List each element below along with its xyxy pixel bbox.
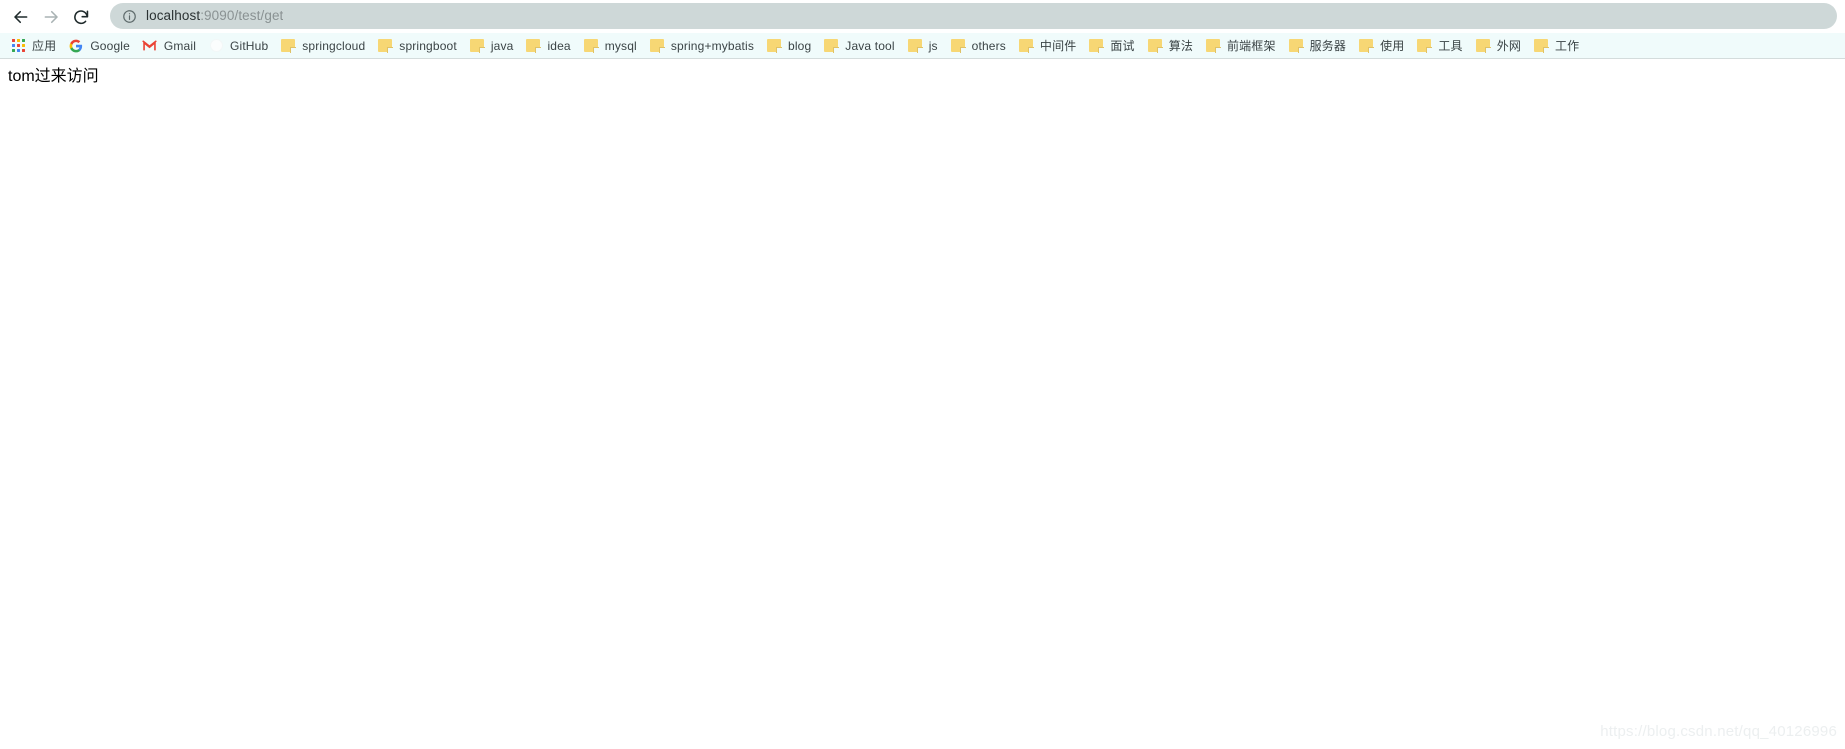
back-button[interactable]: [6, 2, 36, 32]
bookmark-item-面试[interactable]: 面试: [1083, 35, 1141, 57]
bookmark-label: 外网: [1496, 38, 1521, 53]
folder-icon: [280, 38, 297, 54]
folder-icon: [950, 38, 966, 54]
bookmark-item-前端框架[interactable]: 前端框架: [1200, 35, 1283, 57]
browser-window: localhost:9090/test/get 应用 Google Gmail Git…: [0, 0, 1845, 749]
folder-icon: [1533, 38, 1549, 54]
watermark-text: https://blog.csdn.net/qq_40126996: [1600, 723, 1837, 740]
page-body-text: tom过来访问: [8, 68, 99, 85]
bookmark-label: blog: [788, 38, 812, 53]
github-icon: [208, 38, 224, 54]
folder-icon: [1147, 38, 1163, 54]
bookmark-item-工作[interactable]: 工作: [1528, 35, 1586, 57]
arrow-right-icon: [42, 8, 60, 26]
bookmark-label: Google: [90, 38, 130, 53]
bookmark-item-工具[interactable]: 工具: [1411, 35, 1469, 57]
page-viewport: tom过来访问 https://blog.csdn.net/qq_4012699…: [0, 59, 1845, 749]
bookmark-label: 工具: [1438, 38, 1463, 53]
bookmark-label: 中间件: [1039, 38, 1077, 53]
bookmarks-bar: 应用 Google Gmail GitHub springcloud springboot…: [0, 33, 1845, 59]
bookmark-label: springcloud: [302, 38, 366, 53]
bookmark-label: spring+mybatis: [670, 38, 754, 53]
bookmark-label: 服务器: [1309, 38, 1347, 53]
address-bar-text: localhost:9090/test/get: [146, 3, 283, 29]
google-g-icon: [68, 38, 84, 54]
folder-icon: [1088, 38, 1105, 54]
folder-icon: [1416, 38, 1433, 54]
bookmark-item-spring+mybatis[interactable]: spring+mybatis: [644, 35, 761, 57]
address-bar[interactable]: localhost:9090/test/get: [110, 3, 1837, 29]
folder-icon: [1288, 38, 1304, 54]
info-circle-icon[interactable]: [121, 8, 137, 24]
url-host: localhost: [146, 8, 201, 23]
bookmark-label: mysql: [604, 38, 637, 53]
reload-icon: [72, 8, 90, 26]
url-path: :9090/test/get: [200, 8, 284, 23]
folder-icon: [1358, 38, 1375, 54]
browser-toolbar: localhost:9090/test/get: [0, 0, 1845, 33]
folder-icon: [1205, 38, 1221, 54]
bookmark-item-算法[interactable]: 算法: [1142, 35, 1200, 57]
arrow-left-icon: [12, 8, 30, 26]
folder-icon: [823, 38, 840, 54]
bookmark-label: idea: [547, 38, 571, 53]
folder-icon: [525, 38, 542, 54]
bookmark-item-GitHub[interactable]: GitHub: [203, 35, 275, 57]
bookmark-label: js: [928, 38, 938, 53]
bookmark-item-mysql[interactable]: mysql: [578, 35, 644, 57]
folder-icon: [583, 38, 599, 54]
forward-button[interactable]: [36, 2, 66, 32]
reload-button[interactable]: [66, 2, 96, 32]
bookmark-item-应用[interactable]: 应用: [5, 35, 63, 57]
bookmark-item-中间件[interactable]: 中间件: [1013, 35, 1083, 57]
bookmark-label: Java tool: [845, 38, 895, 53]
bookmark-label: 应用: [32, 38, 57, 53]
folder-icon: [766, 38, 782, 54]
bookmark-label: 面试: [1110, 38, 1135, 53]
bookmark-item-springboot[interactable]: springboot: [372, 35, 464, 57]
folder-icon: [1018, 38, 1034, 54]
bookmark-item-使用[interactable]: 使用: [1353, 35, 1411, 57]
bookmark-item-blog[interactable]: blog: [761, 35, 818, 57]
bookmark-label: others: [971, 38, 1006, 53]
bookmark-item-Java tool[interactable]: Java tool: [818, 35, 901, 57]
bookmark-item-idea[interactable]: idea: [520, 35, 577, 57]
bookmark-label: springboot: [399, 38, 457, 53]
bookmark-label: 工作: [1555, 38, 1580, 53]
bookmark-label: 算法: [1168, 38, 1193, 53]
gmail-m-icon: [142, 38, 158, 54]
folder-icon: [469, 38, 485, 54]
folder-icon: [907, 38, 923, 54]
folder-icon: [649, 38, 665, 54]
bookmark-item-springcloud[interactable]: springcloud: [275, 35, 372, 57]
bookmark-item-外网[interactable]: 外网: [1470, 35, 1528, 57]
bookmark-item-js[interactable]: js: [902, 35, 945, 57]
bookmark-item-java[interactable]: java: [464, 35, 521, 57]
bookmark-label: 使用: [1380, 38, 1405, 53]
bookmark-label: java: [490, 38, 514, 53]
bookmark-item-Google[interactable]: Google: [63, 35, 137, 57]
folder-icon: [1475, 38, 1491, 54]
bookmark-item-服务器[interactable]: 服务器: [1283, 35, 1353, 57]
bookmark-item-others[interactable]: others: [945, 35, 1013, 57]
bookmark-label: Gmail: [163, 38, 197, 53]
apps-grid-icon: [10, 38, 26, 54]
folder-icon: [377, 38, 394, 54]
bookmark-item-Gmail[interactable]: Gmail: [137, 35, 203, 57]
bookmark-label: GitHub: [230, 38, 269, 53]
bookmark-label: 前端框架: [1227, 38, 1276, 53]
